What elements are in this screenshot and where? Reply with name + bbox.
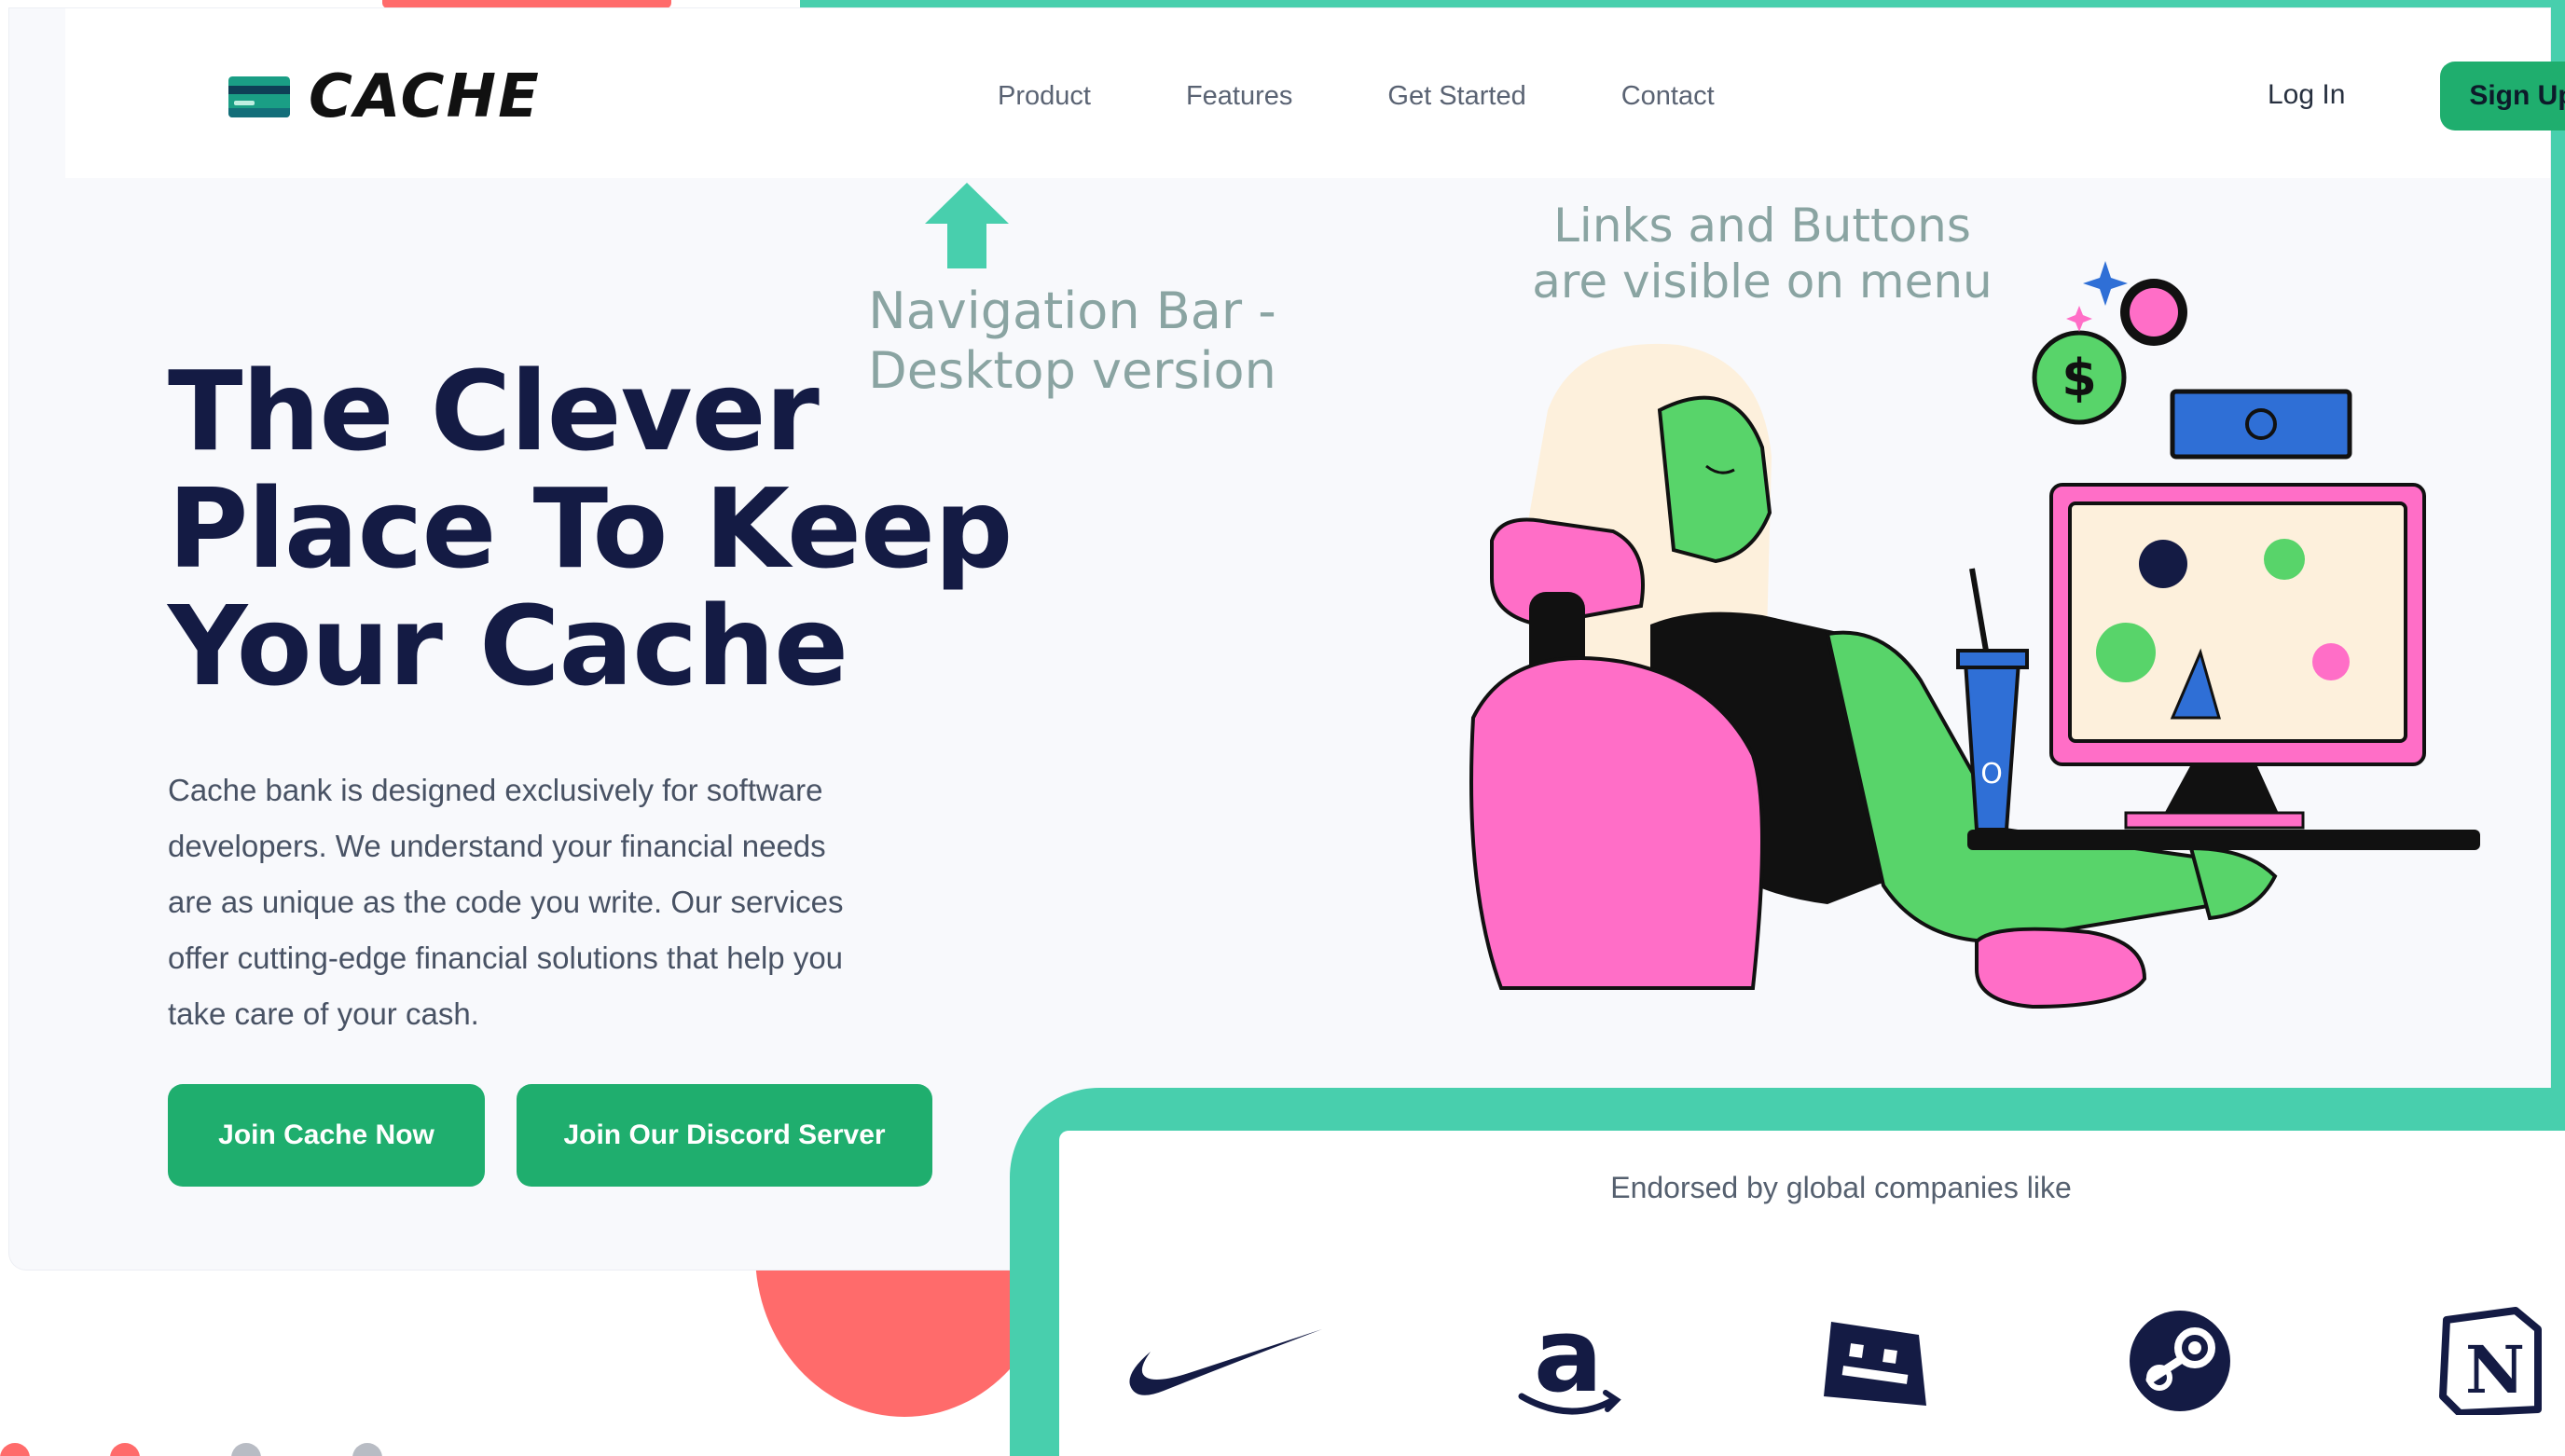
credit-card-icon xyxy=(228,76,290,117)
signup-button[interactable]: Sign Up xyxy=(2440,62,2565,130)
navigation-bar: CACHE Product Features Get Started Conta… xyxy=(65,8,2565,178)
amazon-logo-icon: a xyxy=(1518,1311,1621,1415)
nav-link-get-started[interactable]: Get Started xyxy=(1387,81,1525,112)
svg-text:N: N xyxy=(2465,1331,2525,1408)
nav-links: Product Features Get Started Contact xyxy=(998,81,1810,112)
decor-dots xyxy=(0,1443,392,1456)
login-link[interactable]: Log In xyxy=(2268,79,2345,111)
nike-logo-icon xyxy=(1129,1329,1322,1395)
nav-link-product[interactable]: Product xyxy=(998,81,1091,112)
hero-headline: The Clever Place To Keep Your Cache xyxy=(168,347,1013,710)
svg-text:a: a xyxy=(1534,1311,1603,1415)
nav-link-features[interactable]: Features xyxy=(1186,81,1292,112)
decor-top-teal-bar xyxy=(800,0,2565,8)
steam-logo-icon xyxy=(2130,1311,2230,1411)
join-discord-button[interactable]: Join Our Discord Server xyxy=(517,1084,932,1187)
nav-link-contact[interactable]: Contact xyxy=(1621,81,1715,112)
join-cache-button[interactable]: Join Cache Now xyxy=(168,1084,485,1187)
decor-right-teal-bar xyxy=(2550,0,2565,1100)
hero-description: Cache bank is designed exclusively for s… xyxy=(168,773,844,1031)
svg-text:$: $ xyxy=(2062,349,2097,407)
hero-illustration: O $ xyxy=(1469,261,2480,1010)
logo-text: CACHE xyxy=(309,62,541,131)
page-frame: CACHE Product Features Get Started Conta… xyxy=(0,0,2565,1456)
arrow-up-icon xyxy=(925,183,1009,268)
decor-top-red-bar xyxy=(382,0,671,8)
notion-logo-icon: N xyxy=(2439,1307,2542,1415)
svg-text:O: O xyxy=(1980,758,2003,790)
endorsement-title: Endorsed by global companies like xyxy=(1610,1171,2072,1204)
brand-logo[interactable]: CACHE xyxy=(228,62,541,131)
roblox-logo-icon xyxy=(1824,1322,1926,1406)
